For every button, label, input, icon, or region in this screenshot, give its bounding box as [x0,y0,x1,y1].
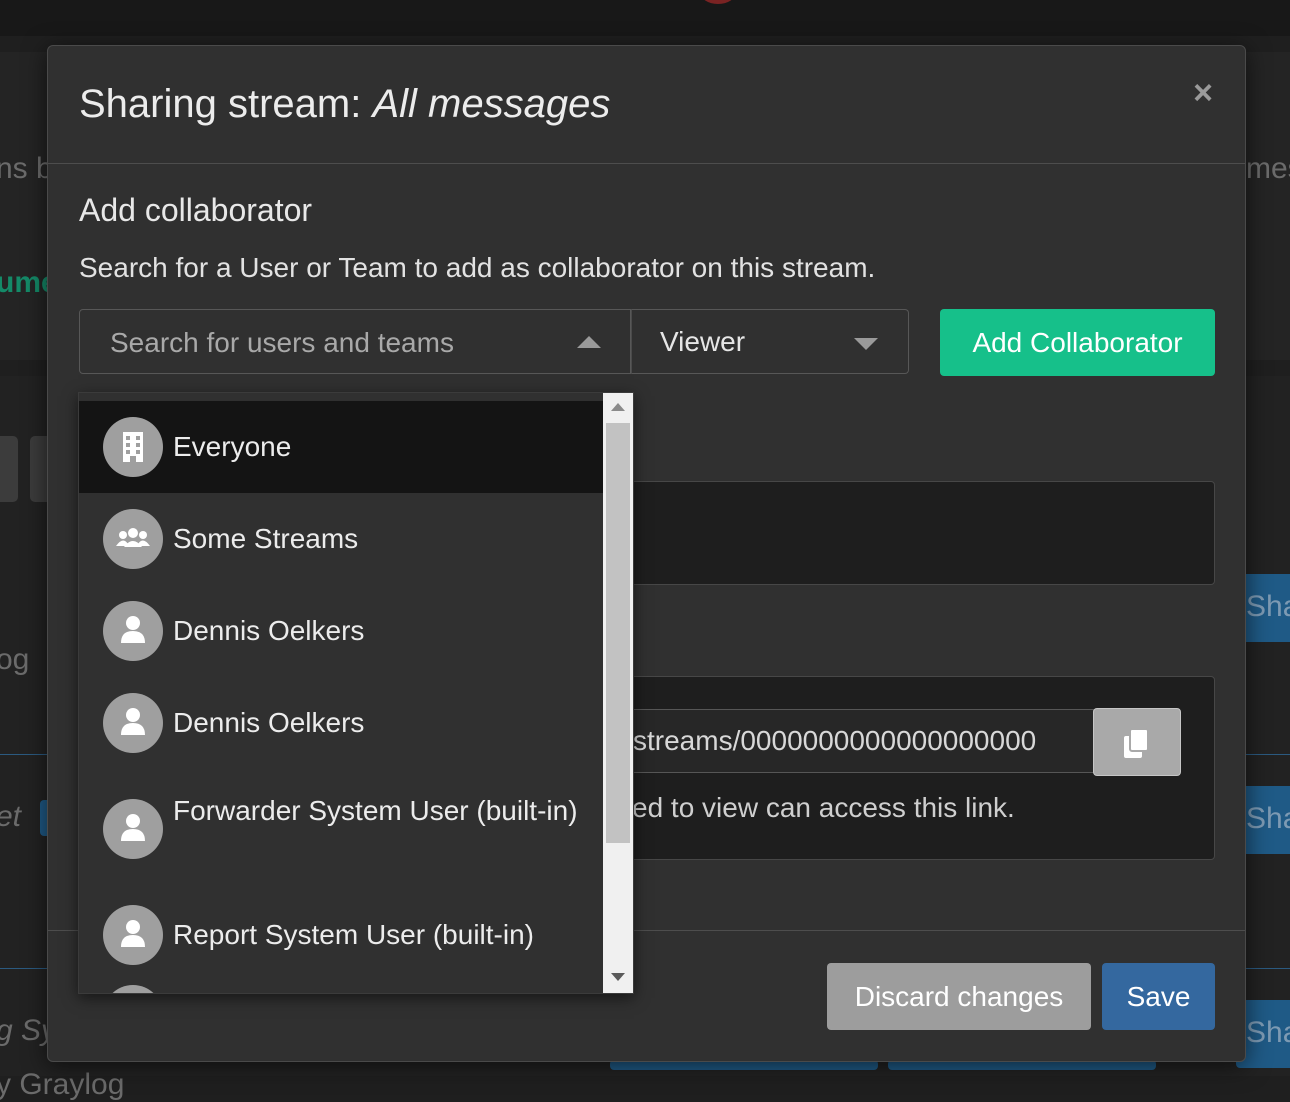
option-user[interactable]: Dennis Oelkers [79,585,603,677]
user-icon [121,920,145,947]
option-avatar [103,509,163,569]
share-link-input[interactable]: streams/0000000000000000000 [632,709,1094,773]
modal-header: Sharing stream: All messages × [48,46,1245,164]
option-label: Forwarder System User (built-in) [173,795,578,826]
collaborator-search-input[interactable] [108,322,582,364]
collaborator-search-field[interactable] [79,309,631,374]
option-label: Report System User (built-in) [173,919,534,950]
copy-link-button[interactable] [1093,708,1181,776]
option-partial[interactable] [79,981,603,993]
close-icon[interactable]: × [1186,76,1220,110]
bg-tile [0,436,18,502]
collaborator-options-menu[interactable]: Everyone Some Streams Dennis Oelkers Den… [78,392,634,994]
modal-title: Sharing stream: All messages [79,82,610,127]
option-label: Some Streams [173,523,359,554]
user-icon [121,708,145,735]
option-avatar [103,985,163,993]
option-team[interactable]: Some Streams [79,493,603,585]
modal-title-prefix: Sharing stream: [79,82,373,126]
share-link-help-text: ed to view can access this link. [632,792,1015,823]
option-label: Dennis Oelkers [173,615,365,646]
save-button[interactable]: Save [1102,963,1215,1030]
user-icon [121,814,145,841]
building-icon [123,432,143,462]
discard-changes-button[interactable]: Discard changes [827,963,1091,1030]
bg-text: og [0,643,30,676]
option-label: Everyone [173,431,292,462]
caret-up-icon[interactable] [577,336,601,348]
scrollbar-thumb[interactable] [606,423,630,843]
bg-text: et [0,800,22,833]
scroll-down-arrow-icon[interactable] [611,973,625,981]
team-icon [116,528,150,547]
add-collaborator-button[interactable]: Add Collaborator [940,309,1215,376]
bg-text: y Graylog [0,1068,125,1101]
notification-badge [700,0,736,4]
caret-down-icon[interactable] [854,338,878,350]
modal-title-entity: All messages [372,82,611,126]
option-user[interactable]: Dennis Oelkers [79,677,603,769]
option-label: Dennis Oelkers [173,707,365,738]
option-everyone[interactable]: Everyone [79,401,603,493]
option-avatar [103,417,163,477]
option-user[interactable]: Forwarder System User (built-in) [79,769,603,889]
bg-text: mes [1246,152,1290,185]
scroll-up-arrow-icon[interactable] [611,403,625,411]
section-description: Search for a User or Team to add as coll… [79,252,876,283]
top-navbar [0,0,1290,36]
share-link-value: streams/0000000000000000000 [633,725,1037,756]
option-avatar [103,601,163,661]
dropdown-scrollbar[interactable] [603,393,633,993]
copy-icon [1124,728,1149,758]
option-avatar [103,905,163,965]
section-title: Add collaborator [79,192,313,228]
role-select-value: Viewer [660,326,746,357]
option-avatar [103,799,163,859]
option-user[interactable]: Report System User (built-in) [79,889,603,981]
role-select[interactable]: Viewer [631,309,909,374]
user-icon [121,616,145,643]
option-avatar [103,693,163,753]
options-list: Everyone Some Streams Dennis Oelkers Den… [79,401,603,993]
